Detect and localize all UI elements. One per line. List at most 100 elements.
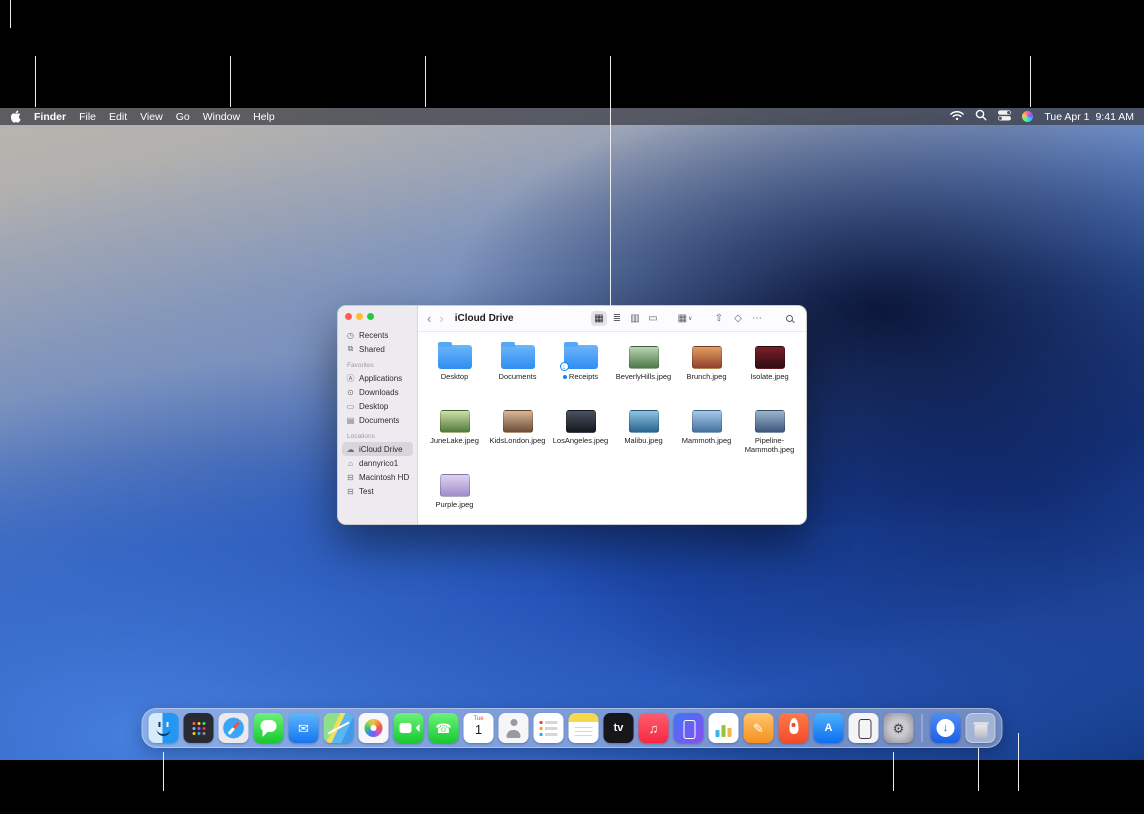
- reminders-line: [540, 727, 558, 730]
- group-icon: ▦: [678, 314, 687, 324]
- icon-view-button[interactable]: ▦: [591, 311, 607, 326]
- file-kidslondon-jpeg[interactable]: KidsLondon.jpeg: [486, 401, 549, 465]
- dock-item-maps[interactable]: [324, 713, 354, 743]
- gallery-view-button[interactable]: ▭: [645, 311, 661, 326]
- dock-divider: [922, 714, 923, 742]
- search-button[interactable]: [781, 311, 797, 326]
- file-mammoth-jpeg[interactable]: Mammoth.jpeg: [675, 401, 738, 465]
- file-beverlyhills-jpeg[interactable]: BeverlyHills.jpeg: [612, 337, 675, 401]
- siri-icon[interactable]: [1022, 111, 1033, 122]
- forward-button[interactable]: ›: [439, 312, 443, 325]
- dock-item-finder[interactable]: [149, 713, 179, 743]
- file-junelake-jpeg[interactable]: JuneLake.jpeg: [423, 401, 486, 465]
- file-losangeles-jpeg[interactable]: LosAngeles.jpeg: [549, 401, 612, 465]
- dock-item-iphone-mirroring[interactable]: [674, 713, 704, 743]
- control-center-icon[interactable]: [998, 110, 1011, 124]
- window-title: iCloud Drive: [455, 313, 514, 324]
- dock-item-contacts[interactable]: [499, 713, 529, 743]
- download-arrow-icon: ↓: [937, 719, 955, 737]
- share-button[interactable]: ⇧: [711, 311, 727, 326]
- file-brunch-jpeg[interactable]: Brunch.jpeg: [675, 337, 738, 401]
- appstore-icon: A: [825, 723, 833, 734]
- menu-item-help[interactable]: Help: [253, 111, 275, 123]
- sidebar-item-desktop[interactable]: ▭Desktop: [342, 399, 413, 413]
- menu-item-edit[interactable]: Edit: [109, 111, 127, 123]
- menu-item-file[interactable]: File: [79, 111, 96, 123]
- dock-item-reminders[interactable]: [534, 713, 564, 743]
- image-thumbnail: [755, 410, 785, 433]
- file-name: Isolate.jpeg: [750, 373, 788, 382]
- minimize-button[interactable]: [356, 313, 363, 320]
- icloud-icon: ☁: [346, 445, 355, 454]
- dock-item-photos[interactable]: [359, 713, 389, 743]
- dock: ✉ ☎Tue1 tv♫ ✎ A ⚙ ↓: [142, 708, 1003, 748]
- sidebar-item-applications[interactable]: ⒶApplications: [342, 371, 413, 385]
- sidebar-item-macintosh-hd[interactable]: ⊟Macintosh HD: [342, 470, 413, 484]
- file-purple-jpeg[interactable]: Purple.jpeg: [423, 465, 486, 524]
- callout-line: [35, 56, 36, 107]
- dock-item-trash[interactable]: [966, 713, 996, 743]
- menu-item-window[interactable]: Window: [203, 111, 240, 123]
- more-button[interactable]: ⋯: [749, 311, 765, 326]
- dock-item-calendar[interactable]: Tue1: [464, 713, 494, 743]
- file-isolate-jpeg[interactable]: Isolate.jpeg: [738, 337, 801, 401]
- dock-item-app-store[interactable]: A: [814, 713, 844, 743]
- dock-item-facetime[interactable]: [394, 713, 424, 743]
- document-icon: ▤: [346, 416, 355, 425]
- numbers-bar: [716, 730, 720, 737]
- menu-bar-clock[interactable]: Tue Apr 1 9:41 AM: [1044, 111, 1134, 123]
- dock-item-notes[interactable]: [569, 713, 599, 743]
- callout-line: [163, 752, 164, 791]
- dock-item-phone[interactable]: ☎: [429, 713, 459, 743]
- dock-item-tv[interactable]: tv: [604, 713, 634, 743]
- dock-item-downloads[interactable]: ↓: [931, 713, 961, 743]
- dock-item-launchpad[interactable]: [184, 713, 214, 743]
- sidebar-item-icloud-drive[interactable]: ☁iCloud Drive: [342, 442, 413, 456]
- download-badge: ↓: [560, 362, 569, 371]
- tags-button[interactable]: ◇: [730, 311, 746, 326]
- dock-item-mail[interactable]: ✉: [289, 713, 319, 743]
- sidebar-item-test[interactable]: ⊟Test: [342, 484, 413, 498]
- dock-item-iphone[interactable]: [849, 713, 879, 743]
- column-view-button[interactable]: ▥: [627, 311, 643, 326]
- zoom-button[interactable]: [367, 313, 374, 320]
- file-malibu-jpeg[interactable]: Malibu.jpeg: [612, 401, 675, 465]
- dock-item-safari[interactable]: [219, 713, 249, 743]
- sidebar-item-downloads[interactable]: ⊙Downloads: [342, 385, 413, 399]
- dock-item-rocket[interactable]: [779, 713, 809, 743]
- file-desktop[interactable]: Desktop: [423, 337, 486, 401]
- callout-line: [893, 752, 894, 791]
- pages-icon: ✎: [753, 722, 764, 735]
- sidebar-item-label: Test: [359, 487, 374, 496]
- dock-item-system-settings[interactable]: ⚙: [884, 713, 914, 743]
- dock-item-pages[interactable]: ✎: [744, 713, 774, 743]
- applications-icon: Ⓐ: [346, 373, 355, 384]
- file-pipeline-mammoth-jpeg[interactable]: Pipeline-Mammoth.jpeg: [738, 401, 801, 465]
- folder-icon: ↓: [564, 345, 598, 369]
- sidebar-item-label: Shared: [359, 345, 385, 354]
- dock-item-music[interactable]: ♫: [639, 713, 669, 743]
- file-documents[interactable]: Documents: [486, 337, 549, 401]
- file-receipts[interactable]: ↓Receipts: [549, 337, 612, 401]
- dock-item-messages[interactable]: [254, 713, 284, 743]
- menu-item-finder[interactable]: Finder: [34, 111, 66, 123]
- apple-menu-icon[interactable]: [10, 110, 21, 123]
- sidebar-item-recents[interactable]: ◷Recents: [342, 328, 413, 342]
- spotlight-search-icon[interactable]: [975, 109, 987, 124]
- sidebar-item-dannyrico1[interactable]: ⌂dannyrico1: [342, 456, 413, 470]
- close-button[interactable]: [345, 313, 352, 320]
- traffic-lights: [345, 313, 413, 320]
- group-button[interactable]: ▦ ∨: [677, 311, 693, 326]
- wifi-icon[interactable]: [950, 110, 964, 124]
- sidebar-item-shared[interactable]: ⧉Shared: [342, 342, 413, 356]
- dock-item-numbers[interactable]: [709, 713, 739, 743]
- file-name: Desktop: [441, 373, 469, 382]
- menu-item-view[interactable]: View: [140, 111, 163, 123]
- menu-item-go[interactable]: Go: [176, 111, 190, 123]
- list-view-button[interactable]: ≣: [609, 311, 625, 326]
- callout-line: [1018, 733, 1019, 791]
- sidebar-item-documents[interactable]: ▤Documents: [342, 413, 413, 427]
- back-button[interactable]: ‹: [427, 312, 431, 325]
- finder-sidebar: ◷Recents⧉SharedFavoritesⒶApplications⊙Do…: [338, 306, 418, 524]
- desktop-icon: ▭: [346, 402, 355, 411]
